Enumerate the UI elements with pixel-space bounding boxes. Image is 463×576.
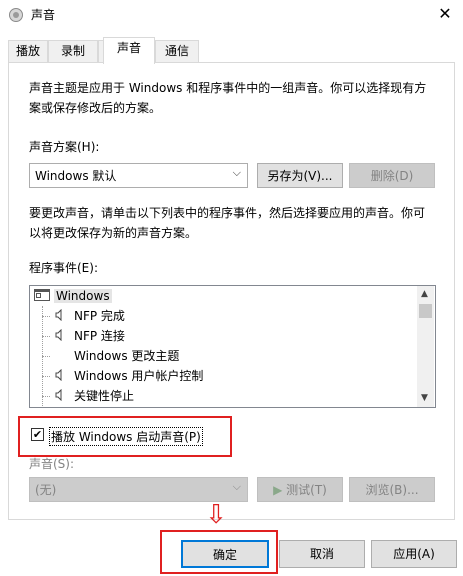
startup-sound-checkbox[interactable]: ✔ xyxy=(31,428,44,441)
tree-line xyxy=(42,396,50,397)
test-button[interactable]: ▶ 测试(T) xyxy=(257,477,343,502)
sound-value: (无) xyxy=(35,483,57,497)
save-as-button[interactable]: 另存为(V)... xyxy=(257,163,343,188)
arrow-down-icon: ⇩ xyxy=(205,500,227,530)
tree-line xyxy=(42,376,50,377)
description-line: 以将更改保存为新的声音方案。 xyxy=(29,226,198,240)
speaker-icon xyxy=(54,387,70,407)
description-line: 案或保存修改后的方案。 xyxy=(29,101,162,115)
title-bar xyxy=(0,0,463,30)
list-item[interactable]: Windows 更改主题 xyxy=(54,346,179,366)
speaker-icon xyxy=(54,327,70,347)
speaker-icon xyxy=(54,367,70,387)
sound-label: 声音(S): xyxy=(29,457,75,471)
event-label: Windows 用户帐户控制 xyxy=(74,369,204,383)
test-label: 测试(T) xyxy=(286,483,327,497)
tab-communications-label[interactable]: 通信 xyxy=(155,40,199,62)
events-label: 程序事件(E): xyxy=(29,261,98,275)
window-icon xyxy=(34,287,50,307)
play-icon: ▶ xyxy=(273,483,283,497)
delete-button[interactable]: 删除(D) xyxy=(349,163,435,188)
apply-button[interactable]: 应用(A) xyxy=(371,540,457,568)
list-item[interactable]: NFP 连接 xyxy=(54,326,125,346)
list-item[interactable]: 关键性停止 xyxy=(54,386,134,406)
chevron-down-icon: ⌵ xyxy=(232,480,241,493)
browse-button[interactable]: 浏览(B)... xyxy=(349,477,435,502)
description-line: 要更改声音，请单击以下列表中的程序事件，然后选择要应用的声音。你可 xyxy=(29,206,426,220)
description-line: 声音主题是应用于 Windows 和程序事件中的一组声音。你可以选择现有方 xyxy=(29,81,427,95)
speaker-icon xyxy=(54,307,70,327)
event-label: Windows 更改主题 xyxy=(74,349,180,363)
window-title: 声音 xyxy=(31,8,56,22)
tree-line xyxy=(42,316,50,317)
scheme-label: 声音方案(H): xyxy=(29,140,100,154)
speaker-app-icon xyxy=(8,7,24,23)
scheme-value: Windows 默认 xyxy=(35,169,117,183)
cancel-button[interactable]: 取消 xyxy=(279,540,365,568)
tab-recording[interactable]: 录制 xyxy=(48,40,98,62)
list-item[interactable]: Windows 用户帐户控制 xyxy=(54,366,203,386)
scroll-thumb[interactable] xyxy=(419,304,432,318)
list-item-root[interactable]: Windows xyxy=(34,286,112,306)
list-item[interactable]: NFP 完成 xyxy=(54,306,125,326)
startup-sound-label[interactable]: 播放 Windows 启动声音(P) xyxy=(49,427,203,446)
tab-sounds[interactable]: 声音 xyxy=(103,37,155,64)
event-label: NFP 完成 xyxy=(74,309,125,323)
ok-button[interactable]: 确定 xyxy=(181,540,269,568)
chevron-down-icon: ⌵ xyxy=(232,166,241,179)
root-label: Windows xyxy=(54,289,112,303)
event-label: 关键性停止 xyxy=(74,389,135,403)
scheme-select[interactable]: Windows 默认 ⌵ xyxy=(29,163,248,188)
tab-playback[interactable]: 播放 xyxy=(8,40,48,62)
scroll-down-icon[interactable]: ▼ xyxy=(421,393,428,403)
program-events-list[interactable]: Windows NFP 完成 NFP 连接 Windows 更改主题 Windows … xyxy=(29,285,436,408)
vertical-scrollbar[interactable]: ▲ ▼ xyxy=(417,286,434,407)
tree-line xyxy=(42,356,50,357)
event-label: NFP 连接 xyxy=(74,329,125,343)
scroll-up-icon[interactable]: ▲ xyxy=(421,289,428,299)
tree-line xyxy=(42,336,50,337)
close-button[interactable]: ✕ xyxy=(432,3,458,25)
sound-select[interactable]: (无) ⌵ xyxy=(29,477,248,502)
